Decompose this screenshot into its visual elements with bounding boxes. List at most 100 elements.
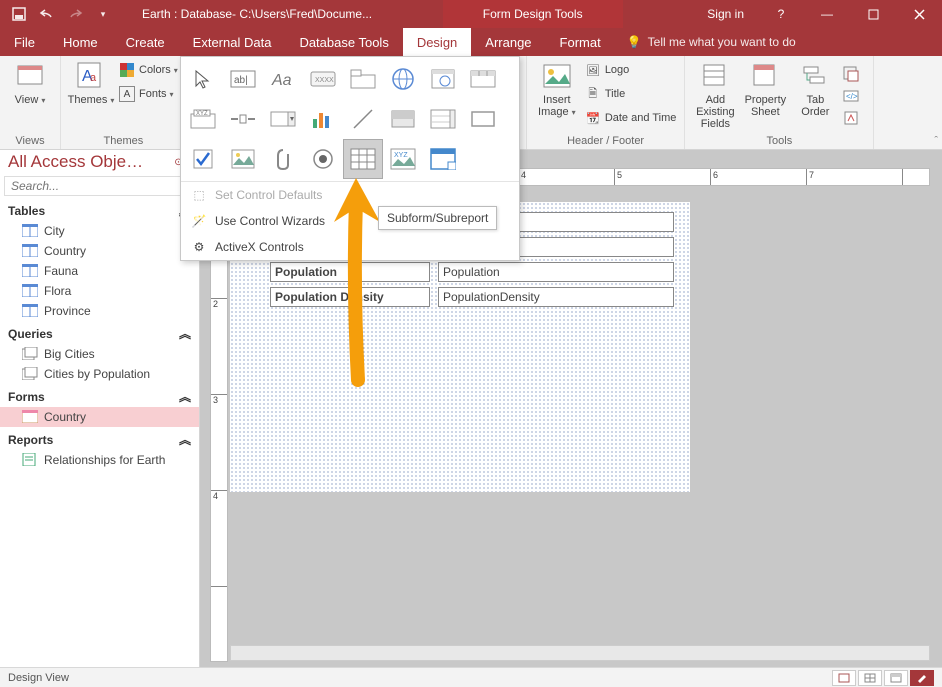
- nav-item-flora[interactable]: Flora: [0, 281, 199, 301]
- title-button[interactable]: 🗎Title: [585, 84, 677, 104]
- checkbox-control-icon[interactable]: [183, 139, 223, 179]
- nav-item-relationships-for-earth[interactable]: Relationships for Earth: [0, 450, 199, 470]
- collapse-icon: ︽: [179, 431, 191, 448]
- field-textbox-population[interactable]: Population: [438, 262, 674, 282]
- insert-image-label: Insert Image: [538, 94, 576, 118]
- svg-text:ab|: ab|: [234, 75, 248, 86]
- rectangle-control-icon[interactable]: [463, 99, 503, 139]
- qat-customize-icon[interactable]: ▾: [90, 1, 116, 27]
- subform-new-window-icon[interactable]: [843, 66, 859, 82]
- collapse-ribbon-icon[interactable]: ˆ: [934, 135, 938, 147]
- tab-format[interactable]: Format: [546, 28, 615, 56]
- page-break-control-icon[interactable]: [223, 99, 263, 139]
- tab-file[interactable]: File: [0, 28, 49, 56]
- title-bar: ▾ Earth : Database- C:\Users\Fred\Docume…: [0, 0, 942, 28]
- bound-object-frame-icon[interactable]: XYZ: [383, 139, 423, 179]
- section-queries-label: Queries: [8, 327, 53, 341]
- logo-button[interactable]: 🖼Logo: [585, 60, 677, 80]
- section-queries[interactable]: Queries︽: [0, 321, 199, 344]
- tell-me-search[interactable]: 💡 Tell me what you want to do: [615, 28, 808, 56]
- view-button[interactable]: View: [8, 60, 52, 106]
- field-label-population[interactable]: Population: [270, 262, 430, 282]
- sign-in-link[interactable]: Sign in: [693, 7, 758, 21]
- section-tables[interactable]: Tables︽: [0, 198, 199, 221]
- themes-button[interactable]: Aa Themes: [69, 60, 113, 106]
- tab-control-icon[interactable]: [343, 59, 383, 99]
- layout-view-icon[interactable]: [884, 670, 908, 686]
- tab-order-button[interactable]: Tab Order: [793, 60, 837, 118]
- tab-database-tools[interactable]: Database Tools: [285, 28, 402, 56]
- nav-item-fauna[interactable]: Fauna: [0, 261, 199, 281]
- web-browser-control-icon[interactable]: [423, 59, 463, 99]
- option-group-control-icon[interactable]: XYZ: [183, 99, 223, 139]
- nav-item-cities-by-population[interactable]: Cities by Population: [0, 364, 199, 384]
- horizontal-scrollbar[interactable]: [230, 645, 930, 661]
- select-control-icon[interactable]: [183, 59, 223, 99]
- set-control-defaults-item: ⬚Set Control Defaults: [181, 182, 519, 208]
- colors-button[interactable]: Colors: [119, 60, 178, 80]
- subform-tooltip: Subform/Subreport: [378, 206, 497, 230]
- date-time-button[interactable]: 📆Date and Time: [585, 108, 677, 128]
- option-button-control-icon[interactable]: [303, 139, 343, 179]
- close-icon[interactable]: [896, 0, 942, 28]
- image-control-icon[interactable]: [423, 139, 463, 179]
- svg-text:XYZ: XYZ: [196, 111, 208, 117]
- fonts-label: Fonts: [139, 88, 174, 100]
- tab-external-data[interactable]: External Data: [179, 28, 286, 56]
- tab-arrange[interactable]: Arrange: [471, 28, 545, 56]
- activex-controls-item[interactable]: ⚙ActiveX Controls: [181, 234, 519, 260]
- add-existing-fields-button[interactable]: Add Existing Fields: [693, 60, 737, 130]
- nav-item-label: Province: [44, 304, 91, 318]
- label-control-icon[interactable]: Aa: [263, 59, 303, 99]
- combobox-control-icon[interactable]: [263, 99, 303, 139]
- nav-item-country[interactable]: Country: [0, 407, 199, 427]
- attachment-control-icon[interactable]: [263, 139, 303, 179]
- status-bar: Design View: [0, 667, 942, 687]
- nav-item-country[interactable]: Country: [0, 241, 199, 261]
- convert-macros-icon[interactable]: [843, 110, 859, 126]
- minimize-icon[interactable]: —: [804, 0, 850, 28]
- redo-icon[interactable]: [62, 1, 88, 27]
- toggle-button-control-icon[interactable]: [383, 99, 423, 139]
- view-code-icon[interactable]: </>: [843, 88, 859, 104]
- help-icon[interactable]: ?: [758, 0, 804, 28]
- view-label: View: [15, 94, 46, 106]
- group-tools-label: Tools: [693, 133, 865, 147]
- subform-control-icon[interactable]: [343, 139, 383, 179]
- hyperlink-control-icon[interactable]: [383, 59, 423, 99]
- property-sheet-button[interactable]: Property Sheet: [743, 60, 787, 118]
- fonts-button[interactable]: AFonts: [119, 84, 178, 104]
- tab-home[interactable]: Home: [49, 28, 112, 56]
- section-forms[interactable]: Forms︽: [0, 384, 199, 407]
- listbox-control-icon[interactable]: [423, 99, 463, 139]
- form-view-icon[interactable]: [832, 670, 856, 686]
- nav-item-big-cities[interactable]: Big Cities: [0, 344, 199, 364]
- tab-create[interactable]: Create: [112, 28, 179, 56]
- save-icon[interactable]: [6, 1, 32, 27]
- undo-icon[interactable]: [34, 1, 60, 27]
- navpane-search-input[interactable]: [5, 177, 194, 195]
- field-label-populationdensity[interactable]: Population Density: [270, 287, 430, 307]
- navpane-search[interactable]: [4, 176, 195, 196]
- unbound-object-frame-icon[interactable]: [223, 139, 263, 179]
- query-icon: [22, 347, 38, 361]
- logo-label: Logo: [605, 64, 629, 76]
- maximize-icon[interactable]: [850, 0, 896, 28]
- textbox-control-icon[interactable]: ab|: [223, 59, 263, 99]
- line-control-icon[interactable]: [343, 99, 383, 139]
- contextual-tab-title: Form Design Tools: [443, 0, 623, 28]
- datasheet-view-icon[interactable]: [858, 670, 882, 686]
- field-textbox-populationdensity[interactable]: PopulationDensity: [438, 287, 674, 307]
- tab-order-icon: [799, 60, 831, 92]
- section-reports[interactable]: Reports︽: [0, 427, 199, 450]
- nav-item-city[interactable]: City: [0, 221, 199, 241]
- svg-text:a: a: [90, 72, 97, 84]
- insert-image-button[interactable]: Insert Image: [535, 60, 579, 118]
- navigation-control-icon[interactable]: [463, 59, 503, 99]
- button-control-icon[interactable]: XXXX: [303, 59, 343, 99]
- nav-item-province[interactable]: Province: [0, 301, 199, 321]
- design-view-icon[interactable]: [910, 670, 934, 686]
- tab-design[interactable]: Design: [403, 28, 471, 56]
- colors-label: Colors: [139, 64, 178, 76]
- chart-control-icon[interactable]: [303, 99, 343, 139]
